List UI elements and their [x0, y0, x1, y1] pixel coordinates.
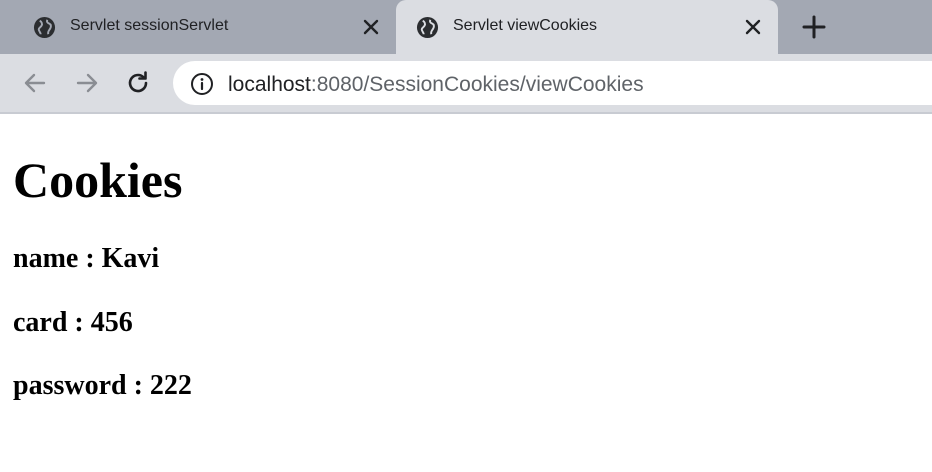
close-icon[interactable] [743, 17, 763, 37]
plus-icon[interactable] [801, 14, 827, 40]
url-host: localhost [228, 73, 311, 96]
page-heading: Cookies [13, 152, 183, 208]
globe-icon [416, 16, 439, 39]
tab-title: Servlet viewCookies [453, 17, 598, 34]
url-path: :8080/SessionCookies/viewCookies [310, 73, 644, 96]
back-arrow-icon[interactable] [21, 69, 49, 97]
cookie-entry: password : 222 [13, 370, 192, 401]
globe-icon [33, 16, 56, 39]
forward-arrow-icon[interactable] [73, 69, 101, 97]
tab-sessionservlet[interactable]: Servlet sessionServlet [0, 0, 395, 54]
cookie-entry: name : Kavi [13, 243, 160, 274]
info-icon[interactable] [190, 72, 214, 96]
tab-strip: Servlet sessionServlet Servlet viewCooki… [0, 0, 932, 54]
close-icon[interactable] [361, 17, 381, 37]
reload-icon[interactable] [124, 69, 152, 97]
tab-viewcookies[interactable]: Servlet viewCookies [396, 0, 778, 54]
address-bar[interactable]: localhost:8080/SessionCookies/viewCookie… [173, 61, 932, 105]
cookie-entry: card : 456 [13, 307, 133, 338]
url-text[interactable]: localhost:8080/SessionCookies/viewCookie… [228, 73, 644, 97]
tab-title: Servlet sessionServlet [70, 17, 229, 34]
toolbar: localhost:8080/SessionCookies/viewCookie… [0, 54, 932, 114]
